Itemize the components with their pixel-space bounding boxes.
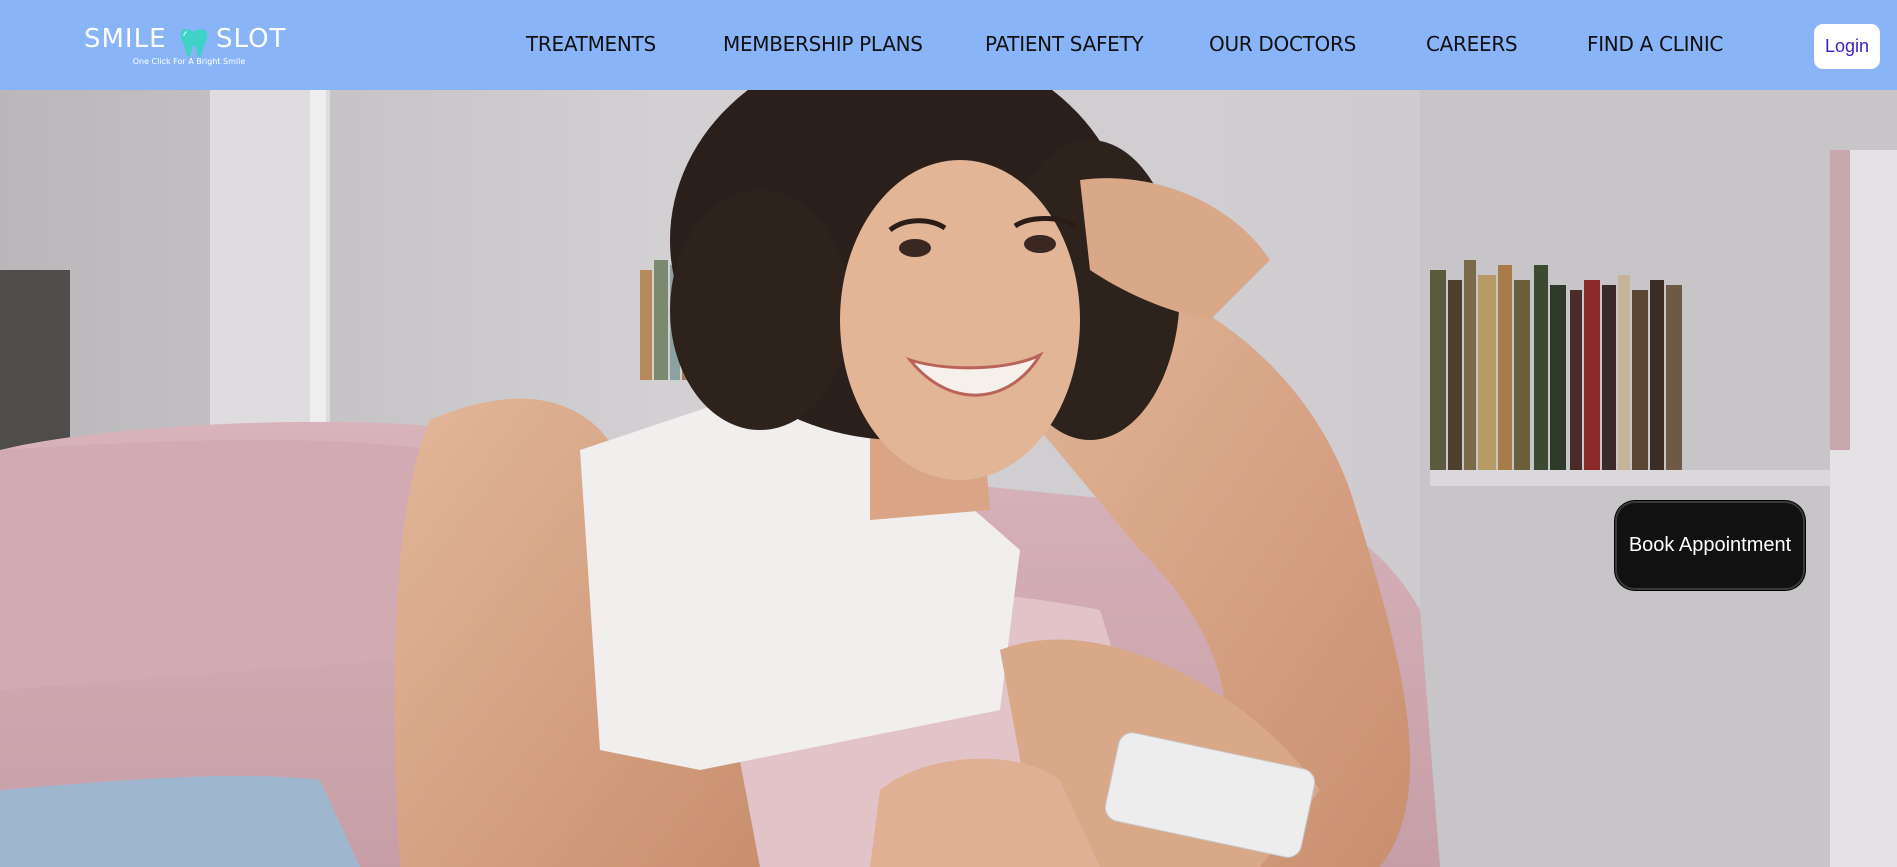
nav-find-a-clinic[interactable]: FIND A CLINIC [1587,32,1723,58]
nav-our-doctors[interactable]: OUR DOCTORS [1209,32,1356,58]
site-header: SMILE SLOT One Click For A Bright Smile … [0,0,1897,90]
brand-logo[interactable]: SMILE SLOT One Click For A Bright Smile [84,22,294,70]
hero-section: Book Appointment [0,90,1897,867]
nav-careers[interactable]: CAREERS [1426,32,1518,58]
hero-photo [0,90,1897,867]
nav-patient-safety[interactable]: PATIENT SAFETY [985,32,1144,58]
brand-name: SMILE SLOT [84,24,294,57]
nav-treatments[interactable]: TREATMENTS [526,32,656,58]
brand-tagline: One Click For A Bright Smile [132,57,246,66]
tooth-icon [180,29,208,57]
book-appointment-button[interactable]: Book Appointment [1615,501,1805,590]
nav-membership-plans[interactable]: MEMBERSHIP PLANS [723,32,923,58]
brand-name-part1: SMILE [84,24,167,54]
brand-name-part2: SLOT [216,24,287,54]
login-button[interactable]: Login [1814,24,1880,69]
